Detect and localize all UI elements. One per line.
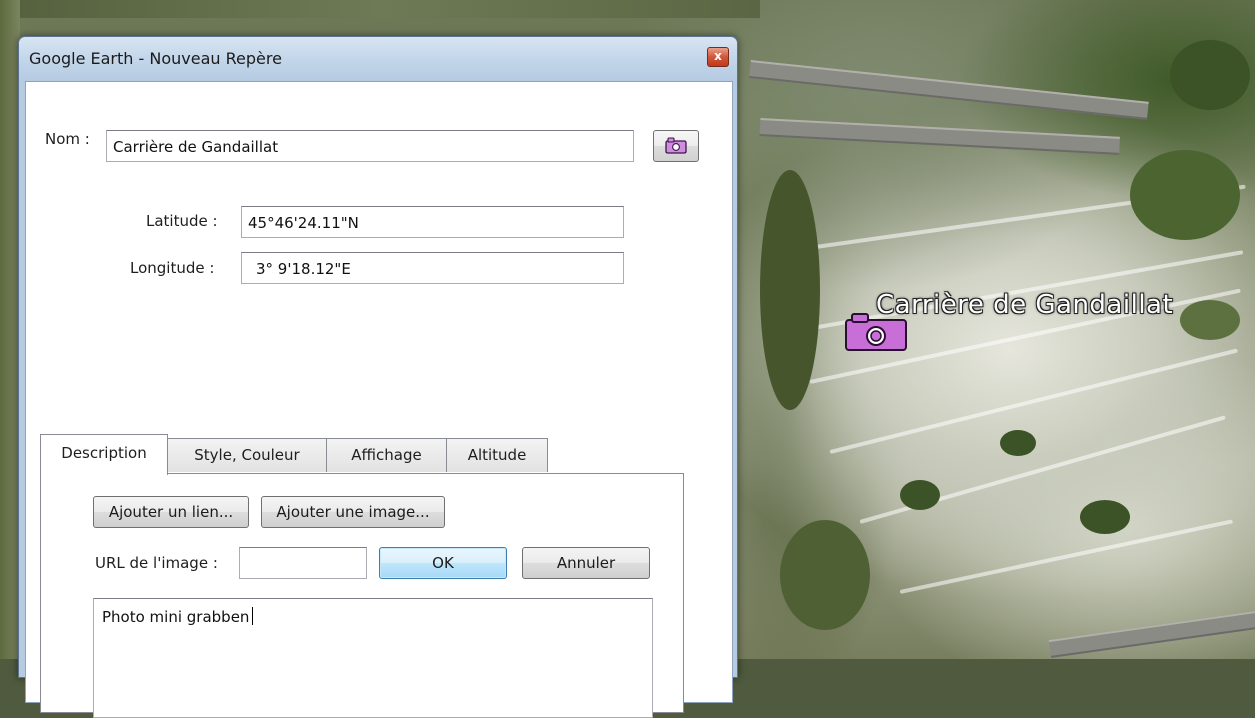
longitude-label: Longitude : [130,259,215,277]
name-label: Nom : [45,130,90,148]
dialog-body: Nom : Carrière de Gandaillat Latitude : … [25,81,733,718]
map-vegetation [760,170,820,410]
description-textarea[interactable]: Photo mini grabben [93,598,653,718]
placemark-label[interactable]: Carrière de Gandaillat [876,290,1173,320]
name-field[interactable]: Carrière de Gandaillat [106,130,634,162]
window-title: Google Earth - Nouveau Repère [29,49,282,68]
title-bar[interactable]: Google Earth - Nouveau Repère x [19,37,737,81]
close-button[interactable]: x [707,47,729,67]
latitude-label: Latitude : [146,212,218,230]
image-url-field[interactable] [239,547,367,579]
map-vegetation [1180,300,1240,340]
map-terrain [0,0,760,18]
map-vegetation [1130,150,1240,240]
map-road [759,118,1120,155]
new-placemark-dialog: Google Earth - Nouveau Repère x Nom : Ca… [18,36,738,718]
map-vegetation [1080,500,1130,534]
tab-display[interactable]: Affichage [326,438,447,472]
text-caret [252,607,254,625]
map-road [1048,606,1255,658]
tab-altitude[interactable]: Altitude [446,438,548,472]
latitude-field[interactable]: 45°46'24.11"N [241,206,624,238]
map-vegetation [780,520,870,630]
map-vegetation [900,480,940,510]
map-road [749,60,1149,120]
longitude-field[interactable]: 3° 9'18.12"E [241,252,624,284]
cancel-button[interactable]: Annuler [522,547,650,579]
camera-icon [665,137,687,154]
description-text: Photo mini grabben [102,608,250,626]
map-vegetation [1170,40,1250,110]
add-image-button[interactable]: Ajouter une image... [261,496,445,528]
map-terrain [0,0,20,659]
tab-description[interactable]: Description [40,434,168,475]
add-link-button[interactable]: Ajouter un lien... [93,496,249,528]
description-panel: Ajouter un lien... Ajouter une image... … [40,473,684,718]
map-vegetation [1000,430,1036,456]
map-terrace [899,519,1233,594]
tab-style-color[interactable]: Style, Couleur [167,438,327,472]
icon-picker-button[interactable] [653,130,699,162]
ok-button[interactable]: OK [379,547,507,579]
image-url-label: URL de l'image : [95,554,218,572]
